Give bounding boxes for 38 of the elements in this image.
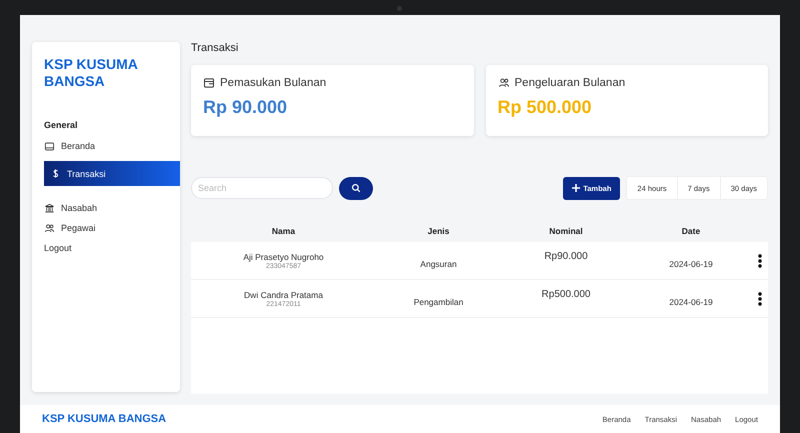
search-button[interactable] [339,176,373,200]
more-icon[interactable] [758,292,762,306]
search-icon [351,183,361,193]
monitor-icon [44,140,55,152]
brand-logo-text: KSP KUSUMA BANGSA [44,56,138,90]
table-cell-text: Rp90.000 [543,251,589,262]
card-amount: Rp 500.000 [498,97,593,118]
wallet-icon [203,77,215,89]
search-field[interactable]: Search [191,177,333,199]
sidebar-item[interactable]: Transaksi [44,161,180,186]
column-header: Date [680,226,702,238]
column-header: Jenis [426,226,450,238]
table-cell-text: Rp500.000 [540,289,592,300]
column-header: Nominal [548,226,584,238]
plus-icon [572,184,580,192]
page-title: Transaksi [191,42,240,54]
name-cell: Dwi Candra Pratama [244,290,323,300]
people-icon [44,222,55,234]
name-cell: Aji Prasetyo Nugroho [243,252,324,262]
table-cell-text: 2024-06-19 [668,259,714,269]
table-cell-text: Pengambilan [412,297,464,307]
dollar-icon [50,168,61,179]
sidebar-item[interactable]: Logout [44,238,180,258]
card-title: Pengeluaran Bulanan [514,77,626,89]
card-title: Pemasukan Bulanan [220,77,326,89]
sidebar-item[interactable]: Pegawai [44,218,180,238]
more-icon[interactable] [758,254,762,268]
section-label: General [44,120,79,130]
people-icon [498,77,510,89]
sidebar-item[interactable]: Nasabah [44,198,180,218]
camera-dot [397,6,402,11]
table-cell-text: Angsuran [419,259,458,269]
sidebar-item[interactable]: Beranda [44,136,180,156]
column-header: Nama [270,226,296,238]
card-amount: Rp 90.000 [203,97,288,118]
footer-brand: KSP KUSUMA BANGSA [42,413,166,425]
bank-icon [44,202,55,214]
table-cell-text: 2024-06-19 [668,297,714,307]
